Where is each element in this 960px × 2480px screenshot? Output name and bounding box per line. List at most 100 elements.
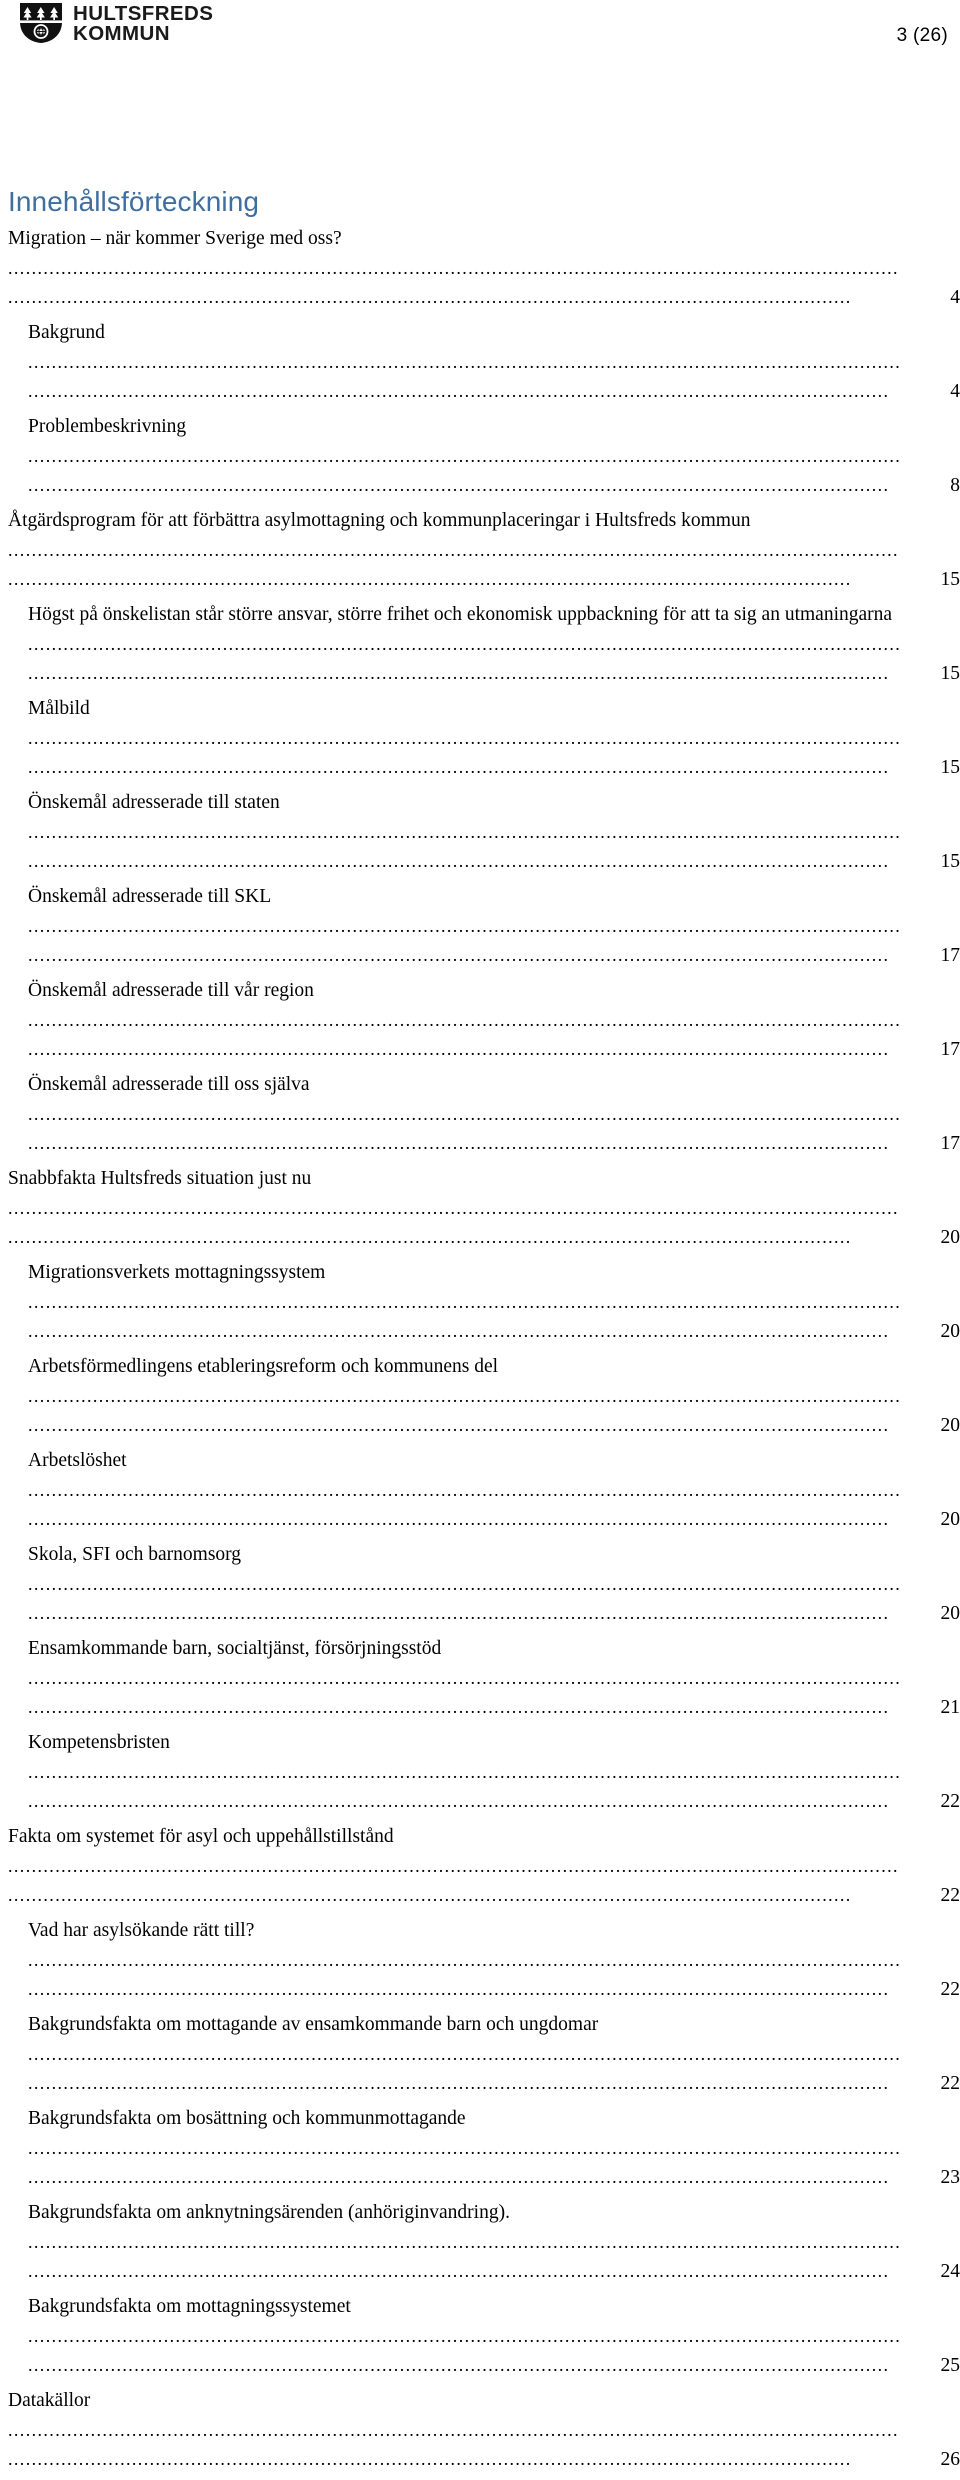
toc-entry-inner: Snabbfakta Hultsfreds situation just nu … bbox=[8, 1164, 902, 1253]
toc-entry[interactable]: Datakällor .............................… bbox=[8, 2386, 960, 2475]
toc-entry[interactable]: Problembeskrivning .....................… bbox=[28, 412, 960, 501]
toc-entry-page-number: 4 bbox=[908, 377, 960, 407]
toc-entry-title: Bakgrund bbox=[28, 322, 105, 343]
toc-entry-inner: Migrationsverkets mottagningssystem ....… bbox=[28, 1258, 902, 1347]
toc-entry-title: Bakgrundsfakta om anknytningsärenden (an… bbox=[28, 2202, 510, 2223]
toc-entry-inner: Ensamkommande barn, socialtjänst, försör… bbox=[28, 1634, 902, 1723]
toc-entry-page-number: 20 bbox=[908, 1599, 960, 1629]
toc-leader-dots: ........................................… bbox=[8, 2419, 899, 2470]
toc-entry-title: Bakgrundsfakta om mottagningssystemet bbox=[28, 2296, 351, 2317]
toc-entry-title: Migration – när kommer Sverige med oss? bbox=[8, 228, 342, 249]
table-of-contents: Innehållsförteckning Migration – när kom… bbox=[0, 186, 960, 2480]
toc-leader-dots: ........................................… bbox=[28, 351, 902, 402]
toc-entry-inner: Önskemål adresserade till vår region ...… bbox=[28, 976, 902, 1065]
toc-entry-page-number: 8 bbox=[908, 471, 960, 501]
toc-entry-page-number: 20 bbox=[908, 1317, 960, 1347]
toc-entry-inner: Högst på önskelistan står större ansvar,… bbox=[28, 600, 902, 689]
toc-entry-inner: Vad har asylsökande rätt till? .........… bbox=[28, 1916, 902, 2005]
toc-entry[interactable]: Önskemål adresserade till oss själva ...… bbox=[28, 1070, 960, 1159]
toc-entry[interactable]: Vad har asylsökande rätt till? .........… bbox=[28, 1916, 960, 2005]
toc-entry-page-number: 4 bbox=[908, 283, 960, 313]
toc-entry-page-number: 23 bbox=[908, 2163, 960, 2193]
organization-logo: HULTSFREDS KOMMUN bbox=[18, 2, 213, 44]
toc-leader-dots: ........................................… bbox=[28, 1761, 902, 1812]
page-header: HULTSFREDS KOMMUN 3 (26) bbox=[0, 0, 960, 60]
toc-entry-inner: Datakällor .............................… bbox=[8, 2386, 902, 2475]
toc-entry[interactable]: Önskemål adresserade till SKL ..........… bbox=[28, 882, 960, 971]
toc-entry-inner: Bakgrundsfakta om bosättning och kommunm… bbox=[28, 2104, 902, 2193]
coat-of-arms-icon bbox=[18, 2, 64, 44]
toc-entry-inner: Bakgrundsfakta om mottagningssystemet ..… bbox=[28, 2292, 902, 2381]
toc-entry[interactable]: Kompetensbristen .......................… bbox=[28, 1728, 960, 1817]
toc-entry-title: Fakta om systemet för asyl och uppehålls… bbox=[8, 1826, 394, 1847]
toc-leader-dots: ........................................… bbox=[28, 1949, 902, 2000]
toc-entry-page-number: 15 bbox=[908, 753, 960, 783]
toc-entry-title: Önskemål adresserade till staten bbox=[28, 792, 280, 813]
toc-entry-title: Skola, SFI och barnomsorg bbox=[28, 1544, 242, 1565]
toc-leader-dots: ........................................… bbox=[28, 1009, 902, 1060]
toc-entry[interactable]: Önskemål adresserade till vår region ...… bbox=[28, 976, 960, 1065]
toc-entry-title: Migrationsverkets mottagningssystem bbox=[28, 1262, 326, 1283]
toc-entry-inner: Önskemål adresserade till SKL ..........… bbox=[28, 882, 902, 971]
toc-entry-inner: Önskemål adresserade till staten .......… bbox=[28, 788, 902, 877]
toc-entry[interactable]: Arbetslöshet ...........................… bbox=[28, 1446, 960, 1535]
toc-entry[interactable]: Arbetsförmedlingens etableringsreform oc… bbox=[28, 1352, 960, 1441]
toc-leader-dots: ........................................… bbox=[28, 821, 902, 872]
toc-entry-title: Bakgrundsfakta om bosättning och kommunm… bbox=[28, 2108, 466, 2129]
toc-entry-inner: Önskemål adresserade till oss själva ...… bbox=[28, 1070, 902, 1159]
toc-entry-inner: Bakgrund ...............................… bbox=[28, 318, 902, 407]
toc-entry-title: Önskemål adresserade till oss själva bbox=[28, 1074, 310, 1095]
toc-leader-dots: ........................................… bbox=[8, 257, 899, 308]
toc-leader-dots: ........................................… bbox=[8, 539, 899, 590]
toc-entry-title: Bakgrundsfakta om mottagande av ensamkom… bbox=[28, 2014, 599, 2035]
toc-entry[interactable]: Målbild ................................… bbox=[28, 694, 960, 783]
toc-leader-dots: ........................................… bbox=[8, 1855, 899, 1906]
toc-entry[interactable]: Önskemål adresserade till staten .......… bbox=[28, 788, 960, 877]
toc-entry-title: Önskemål adresserade till vår region bbox=[28, 980, 314, 1001]
toc-leader-dots: ........................................… bbox=[28, 727, 902, 778]
toc-entry-inner: Skola, SFI och barnomsorg ..............… bbox=[28, 1540, 902, 1629]
toc-entry-title: Arbetsförmedlingens etableringsreform oc… bbox=[28, 1356, 499, 1377]
toc-entry-inner: Migration – när kommer Sverige med oss? … bbox=[8, 224, 902, 313]
toc-entry-inner: Arbetsförmedlingens etableringsreform oc… bbox=[28, 1352, 902, 1441]
toc-entry-page-number: 17 bbox=[908, 941, 960, 971]
toc-entry[interactable]: Fakta om systemet för asyl och uppehålls… bbox=[8, 1822, 960, 1911]
toc-leader-dots: ........................................… bbox=[28, 915, 902, 966]
toc-entry-page-number: 22 bbox=[908, 1881, 960, 1911]
toc-entry-title: Datakällor bbox=[8, 2390, 91, 2411]
toc-entry-page-number: 24 bbox=[908, 2257, 960, 2287]
toc-entry-page-number: 20 bbox=[908, 1411, 960, 1441]
toc-entry[interactable]: Bakgrundsfakta om mottagande av ensamkom… bbox=[28, 2010, 960, 2099]
toc-leader-dots: ........................................… bbox=[28, 2325, 902, 2376]
toc-entry-page-number: 22 bbox=[908, 2069, 960, 2099]
toc-entry-inner: Åtgärdsprogram för att förbättra asylmot… bbox=[8, 506, 902, 595]
toc-leader-dots: ........................................… bbox=[28, 633, 902, 684]
toc-entry-inner: Kompetensbristen .......................… bbox=[28, 1728, 902, 1817]
toc-entry-page-number: 22 bbox=[908, 1787, 960, 1817]
toc-entry-inner: Fakta om systemet för asyl och uppehålls… bbox=[8, 1822, 902, 1911]
toc-entry[interactable]: Ensamkommande barn, socialtjänst, försör… bbox=[28, 1634, 960, 1723]
logo-wordmark-line2: KOMMUN bbox=[73, 21, 170, 45]
toc-entry[interactable]: Bakgrund ...............................… bbox=[28, 318, 960, 407]
toc-entry[interactable]: Migration – när kommer Sverige med oss? … bbox=[8, 224, 960, 313]
toc-leader-dots: ........................................… bbox=[28, 2137, 902, 2188]
toc-entry-page-number: 26 bbox=[908, 2445, 960, 2475]
toc-entry-title: Kompetensbristen bbox=[28, 1732, 170, 1753]
toc-leader-dots: ........................................… bbox=[28, 1291, 902, 1342]
toc-entry-title: Målbild bbox=[28, 698, 90, 719]
toc-entry[interactable]: Bakgrundsfakta om bosättning och kommunm… bbox=[28, 2104, 960, 2193]
toc-entry[interactable]: Migrationsverkets mottagningssystem ....… bbox=[28, 1258, 960, 1347]
toc-entry[interactable]: Bakgrundsfakta om mottagningssystemet ..… bbox=[28, 2292, 960, 2381]
toc-entry-inner: Bakgrundsfakta om mottagande av ensamkom… bbox=[28, 2010, 902, 2099]
toc-entry-page-number: 20 bbox=[908, 1223, 960, 1253]
toc-entry[interactable]: Högst på önskelistan står större ansvar,… bbox=[28, 600, 960, 689]
toc-entry[interactable]: Skola, SFI och barnomsorg ..............… bbox=[28, 1540, 960, 1629]
toc-leader-dots: ........................................… bbox=[28, 1573, 902, 1624]
logo-wordmark-line1: HULTSFREDS bbox=[73, 1, 214, 25]
toc-entry[interactable]: Åtgärdsprogram för att förbättra asylmot… bbox=[8, 506, 960, 595]
toc-entry[interactable]: Bakgrundsfakta om anknytningsärenden (an… bbox=[28, 2198, 960, 2287]
toc-entry[interactable]: Snabbfakta Hultsfreds situation just nu … bbox=[8, 1164, 960, 1253]
toc-entry-title: Högst på önskelistan står större ansvar,… bbox=[28, 604, 893, 625]
toc-entry-inner: Arbetslöshet ...........................… bbox=[28, 1446, 902, 1535]
toc-entry-page-number: 15 bbox=[908, 659, 960, 689]
